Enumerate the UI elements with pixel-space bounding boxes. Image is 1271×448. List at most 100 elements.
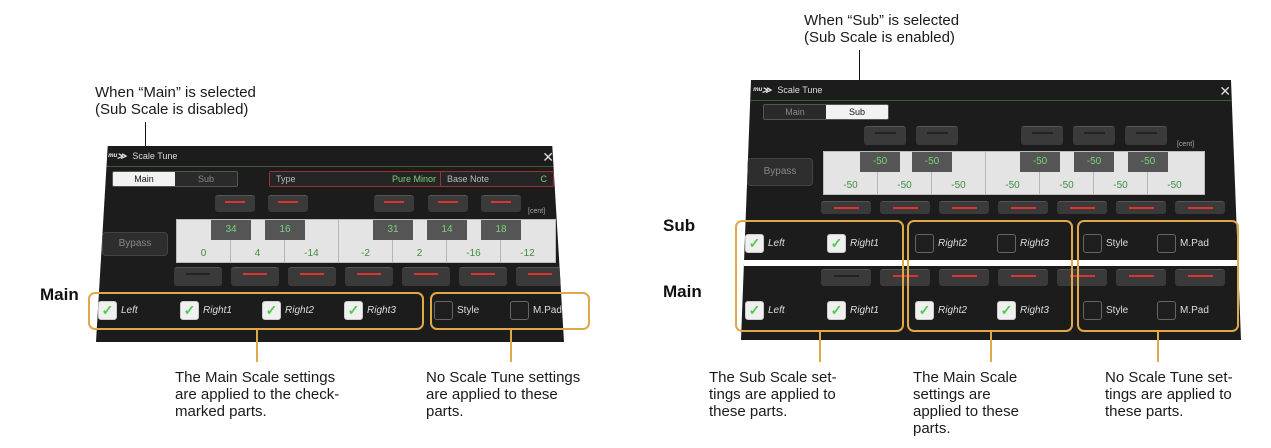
led-indicator bbox=[384, 201, 404, 203]
black-key-button[interactable] bbox=[374, 195, 414, 212]
led-indicator bbox=[471, 273, 495, 275]
title-bar: ᵐᵘ≫ Scale Tune ✕ bbox=[741, 80, 1241, 101]
led-indicator bbox=[1135, 132, 1157, 134]
tab-main[interactable]: Main bbox=[764, 105, 826, 119]
cent-unit-label: [cent] bbox=[528, 208, 546, 215]
black-key-value: 16 bbox=[265, 220, 305, 240]
close-icon[interactable]: ✕ bbox=[542, 149, 554, 166]
black-key-value: 18 bbox=[481, 220, 521, 240]
callout-line bbox=[819, 332, 821, 362]
black-key-value: -50 bbox=[1074, 152, 1114, 172]
tab-sub[interactable]: Sub bbox=[175, 172, 237, 186]
callout-line bbox=[510, 330, 512, 362]
white-key-button[interactable] bbox=[1057, 201, 1107, 214]
keyboard-tuning-display: -50 -50 -50 -50 -50 -50 -50 -50 -50 -50 … bbox=[823, 151, 1205, 195]
black-key-button[interactable] bbox=[1073, 126, 1115, 145]
highlight-checked-parts bbox=[88, 292, 424, 330]
white-key-button[interactable] bbox=[1116, 201, 1166, 214]
bypass-button[interactable]: Bypass bbox=[747, 158, 813, 186]
base-note-label: Base Note bbox=[447, 174, 490, 184]
highlight-no-tune bbox=[1077, 220, 1239, 332]
base-note-value: C bbox=[540, 174, 548, 184]
white-key-button[interactable] bbox=[459, 267, 507, 286]
caption-no-tune-right: No Scale Tune set- tings are applied to … bbox=[1105, 369, 1233, 420]
led-indicator bbox=[186, 273, 210, 275]
window-title: Scale Tune bbox=[777, 85, 823, 95]
led-indicator bbox=[1083, 132, 1105, 134]
tab-sub[interactable]: Sub bbox=[826, 105, 888, 119]
white-key-button[interactable] bbox=[939, 201, 989, 214]
led-indicator bbox=[243, 273, 267, 275]
callout-line bbox=[256, 330, 258, 362]
black-key-value: 14 bbox=[427, 220, 467, 240]
white-key-button[interactable] bbox=[174, 267, 222, 286]
led-indicator bbox=[225, 201, 245, 203]
white-key-value: -16 bbox=[466, 248, 481, 259]
black-key-value: -50 bbox=[912, 152, 952, 172]
black-key-button[interactable] bbox=[268, 195, 308, 212]
white-key-value: 0 bbox=[200, 248, 207, 259]
close-icon[interactable]: ✕ bbox=[1219, 83, 1231, 100]
white-key-button[interactable] bbox=[402, 267, 450, 286]
led-indicator bbox=[1031, 132, 1053, 134]
white-key-button[interactable] bbox=[288, 267, 336, 286]
black-key-button[interactable] bbox=[1021, 126, 1063, 145]
white-key-value: -50 bbox=[843, 180, 858, 191]
tab-main[interactable]: Main bbox=[113, 172, 175, 186]
highlight-main-applied bbox=[907, 220, 1073, 332]
label-sub-right: Sub bbox=[663, 216, 696, 235]
led-indicator bbox=[491, 201, 511, 203]
cent-unit-label: [cent] bbox=[1177, 141, 1195, 148]
type-field[interactable]: Type Pure Minor bbox=[269, 171, 443, 187]
black-key-button[interactable] bbox=[215, 195, 255, 212]
caption-main-applied-right: The Main Scale settings are applied to t… bbox=[913, 369, 1019, 437]
led-indicator bbox=[300, 273, 324, 275]
white-key-value: -50 bbox=[1059, 180, 1074, 191]
led-indicator bbox=[874, 132, 896, 134]
led-indicator bbox=[833, 207, 859, 209]
white-key-value: -50 bbox=[897, 180, 912, 191]
led-indicator bbox=[1010, 207, 1036, 209]
label-main-left: Main bbox=[40, 285, 79, 304]
label-main-right: Main bbox=[663, 282, 702, 301]
white-key-value: -50 bbox=[1167, 180, 1182, 191]
base-note-field[interactable]: Base Note C bbox=[440, 171, 554, 187]
led-indicator bbox=[357, 273, 381, 275]
black-key-button[interactable] bbox=[428, 195, 468, 212]
bypass-button[interactable]: Bypass bbox=[102, 232, 168, 256]
white-key-button[interactable] bbox=[821, 201, 871, 214]
window-title: Scale Tune bbox=[132, 151, 178, 161]
white-key-button[interactable] bbox=[516, 267, 564, 286]
type-value: Pure Minor bbox=[391, 174, 436, 184]
main-sub-tabs: Main Sub bbox=[112, 171, 238, 187]
white-key-value: 4 bbox=[254, 248, 261, 259]
caption-sub-selected: When “Sub” is selected (Sub Scale is ena… bbox=[804, 12, 960, 46]
led-indicator bbox=[414, 273, 438, 275]
caption-no-tune-left: No Scale Tune settings are applied to th… bbox=[426, 369, 581, 420]
white-key-button[interactable] bbox=[231, 267, 279, 286]
led-indicator bbox=[926, 132, 948, 134]
black-key-button[interactable] bbox=[481, 195, 521, 212]
black-key-button[interactable] bbox=[1125, 126, 1167, 145]
callout-line bbox=[990, 332, 992, 362]
white-key-value: -50 bbox=[1005, 180, 1020, 191]
black-key-value: 34 bbox=[211, 220, 251, 240]
white-key-button[interactable] bbox=[1175, 201, 1225, 214]
type-label: Type bbox=[276, 174, 296, 184]
title-bar: ᵐᵘ≫ Scale Tune ✕ bbox=[96, 146, 564, 167]
led-indicator bbox=[278, 201, 298, 203]
black-key-value: 31 bbox=[373, 220, 413, 240]
white-key-value: -14 bbox=[304, 248, 319, 259]
black-key-button[interactable] bbox=[864, 126, 906, 145]
highlight-unchecked-parts bbox=[430, 292, 590, 330]
led-indicator bbox=[1128, 207, 1154, 209]
white-key-button[interactable] bbox=[998, 201, 1048, 214]
black-key-value: -50 bbox=[1128, 152, 1168, 172]
caption-sub-applied: The Sub Scale set- tings are applied to … bbox=[709, 369, 837, 420]
led-indicator bbox=[951, 207, 977, 209]
black-key-button[interactable] bbox=[916, 126, 958, 145]
white-key-button[interactable] bbox=[880, 201, 930, 214]
white-key-button[interactable] bbox=[345, 267, 393, 286]
caption-main-applied: The Main Scale settings are applied to t… bbox=[175, 369, 340, 420]
caption-main-selected: When “Main” is selected (Sub Scale is di… bbox=[95, 84, 256, 118]
